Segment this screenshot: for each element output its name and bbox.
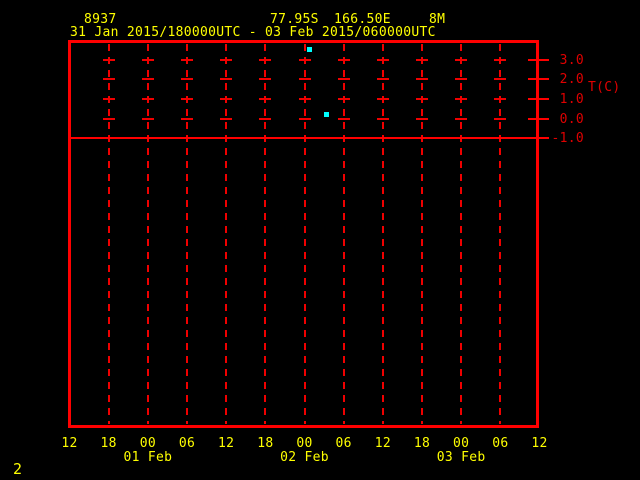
x-tick-label: 00	[296, 436, 313, 451]
x-date-label: 02 Feb	[280, 450, 329, 465]
x-tick-label: 00	[453, 436, 470, 451]
x-tick-label: 18	[100, 436, 117, 451]
plot-frame	[68, 40, 539, 428]
x-date-label: 03 Feb	[436, 450, 486, 465]
page-number: 2	[13, 460, 23, 478]
x-tick-label: 18	[413, 436, 431, 451]
x-tick-label: 12	[218, 436, 235, 451]
x-date-label: 01 Feb	[123, 450, 173, 465]
x-tick-label: 12	[61, 436, 78, 451]
x-tick-label: 06	[492, 436, 509, 451]
x-tick-label: 12	[531, 436, 548, 451]
x-tick-label: 00	[139, 436, 156, 451]
meteogram-screen: 8937 77.95S 166.50E 8M 31 Jan 2015/18000…	[0, 0, 640, 480]
x-tick-label: 06	[335, 436, 352, 451]
x-tick-label: 18	[257, 436, 274, 451]
y-axis-title: T(C)	[588, 80, 621, 95]
x-tick-label: 06	[178, 436, 196, 451]
time-range-title: 31 Jan 2015/180000UTC - 03 Feb 2015/0600…	[70, 25, 436, 40]
x-tick-label: 12	[374, 436, 391, 451]
